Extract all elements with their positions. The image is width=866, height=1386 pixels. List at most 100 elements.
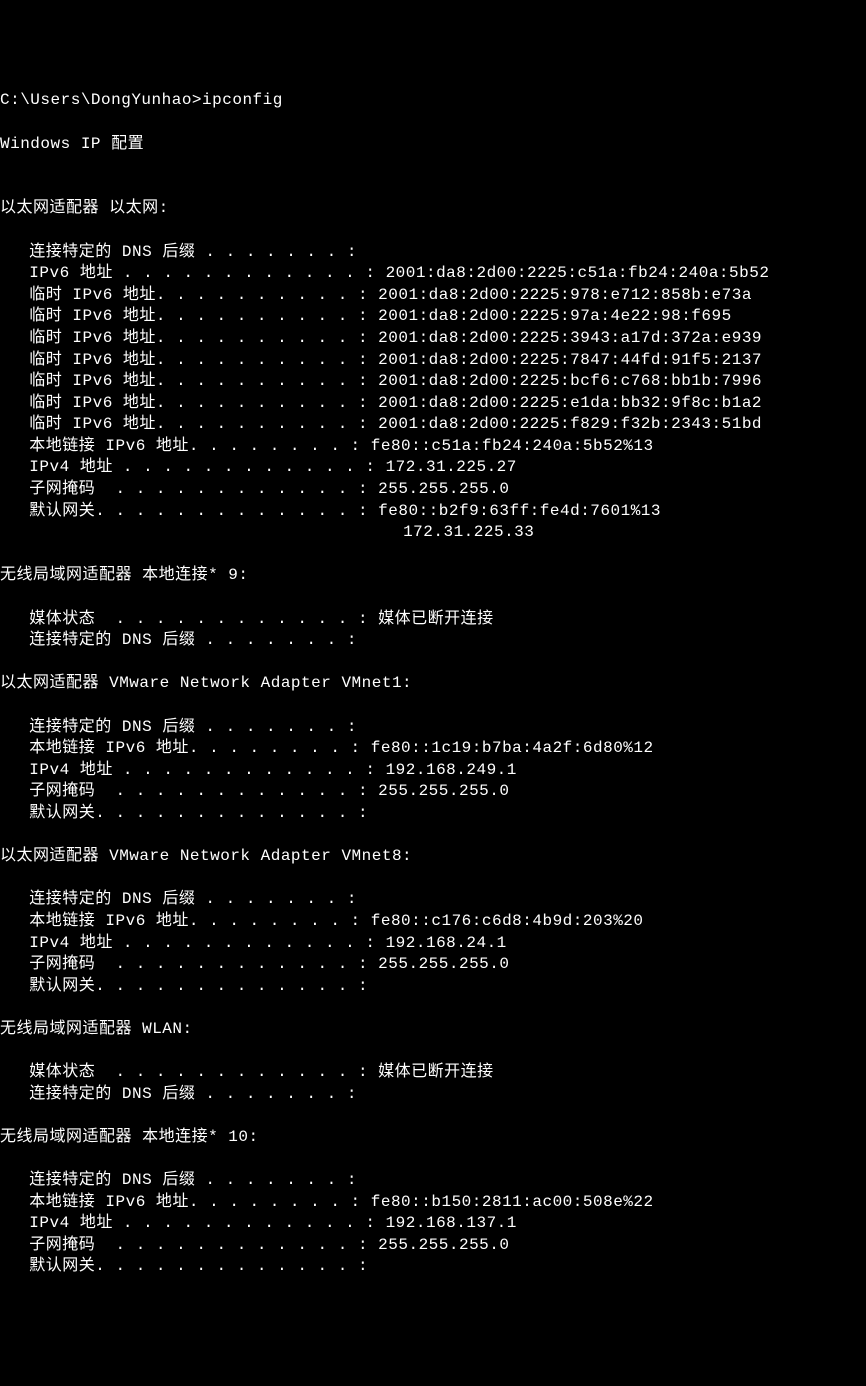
property-label: 媒体状态 . . . . . . . . . . . . : — [19, 1062, 378, 1084]
property-label: 连接特定的 DNS 后缀 . . . . . . . : — [19, 1170, 357, 1192]
property-line: 临时 IPv6 地址. . . . . . . . . . : 2001:da8… — [0, 350, 866, 372]
property-line: 连接特定的 DNS 后缀 . . . . . . . : — [0, 242, 866, 264]
property-label: 临时 IPv6 地址. . . . . . . . . . : — [19, 350, 378, 372]
property-label: 连接特定的 DNS 后缀 . . . . . . . : — [19, 717, 357, 739]
property-value: 媒体已断开连接 — [378, 1063, 494, 1081]
property-label: 连接特定的 DNS 后缀 . . . . . . . : — [19, 630, 357, 652]
property-line: 连接特定的 DNS 后缀 . . . . . . . : — [0, 630, 866, 652]
blank — [0, 1148, 866, 1170]
property-label: 本地链接 IPv6 地址. . . . . . . . : — [19, 738, 371, 760]
property-label: IPv4 地址 . . . . . . . . . . . . : — [19, 760, 385, 782]
property-value: 255.255.255.0 — [378, 955, 509, 973]
property-label: 临时 IPv6 地址. . . . . . . . . . : — [19, 393, 378, 415]
property-label: 连接特定的 DNS 后缀 . . . . . . . : — [19, 242, 357, 264]
blank — [0, 1041, 866, 1063]
property-line: 本地链接 IPv6 地址. . . . . . . . : fe80::c176… — [0, 911, 866, 933]
blank — [0, 220, 866, 242]
property-value: 2001:da8:2d00:2225:97a:4e22:98:f695 — [378, 307, 732, 325]
property-line: 连接特定的 DNS 后缀 . . . . . . . : — [0, 1084, 866, 1106]
property-value: 媒体已断开连接 — [378, 610, 494, 628]
property-label: 媒体状态 . . . . . . . . . . . . : — [19, 609, 378, 631]
terminal-output[interactable]: C:\Users\DongYunhao>ipconfig Windows IP 配… — [0, 90, 866, 1278]
property-label: 默认网关. . . . . . . . . . . . . : — [19, 1256, 368, 1278]
property-value: 2001:da8:2d00:2225:e1da:bb32:9f8c:b1a2 — [378, 394, 762, 412]
property-line: 媒体状态 . . . . . . . . . . . . : 媒体已断开连接 — [0, 609, 866, 631]
property-line: 临时 IPv6 地址. . . . . . . . . . : 2001:da8… — [0, 414, 866, 436]
property-label: 子网掩码 . . . . . . . . . . . . : — [19, 479, 378, 501]
adapter-title: 以太网适配器 以太网: — [0, 198, 866, 220]
property-line: IPv4 地址 . . . . . . . . . . . . : 192.16… — [0, 1213, 866, 1235]
property-value: 255.255.255.0 — [378, 782, 509, 800]
adapter-title: 无线局域网适配器 WLAN: — [0, 1019, 866, 1041]
property-value: 192.168.24.1 — [386, 934, 507, 952]
property-label: 临时 IPv6 地址. . . . . . . . . . : — [19, 371, 378, 393]
property-line: 子网掩码 . . . . . . . . . . . . : 255.255.2… — [0, 1235, 866, 1257]
property-label: 默认网关. . . . . . . . . . . . . : — [19, 976, 368, 998]
property-line: 本地链接 IPv6 地址. . . . . . . . : fe80::b150… — [0, 1192, 866, 1214]
property-line: 连接特定的 DNS 后缀 . . . . . . . : — [0, 717, 866, 739]
adapter-title: 无线局域网适配器 本地连接* 10: — [0, 1127, 866, 1149]
blank — [0, 177, 866, 199]
adapters-list: 以太网适配器 以太网: 连接特定的 DNS 后缀 . . . . . . . :… — [0, 177, 866, 1278]
property-line: 临时 IPv6 地址. . . . . . . . . . : 2001:da8… — [0, 285, 866, 307]
property-value: 172.31.225.27 — [386, 458, 517, 476]
property-label: 临时 IPv6 地址. . . . . . . . . . : — [19, 285, 378, 307]
blank — [0, 825, 866, 847]
property-line: IPv6 地址 . . . . . . . . . . . . : 2001:d… — [0, 263, 866, 285]
property-label: 子网掩码 . . . . . . . . . . . . : — [19, 954, 378, 976]
property-line: 默认网关. . . . . . . . . . . . . : fe80::b2… — [0, 501, 866, 523]
blank — [0, 1105, 866, 1127]
property-value: fe80::b2f9:63ff:fe4d:7601%13 — [378, 502, 661, 520]
blank — [0, 997, 866, 1019]
property-line: 临时 IPv6 地址. . . . . . . . . . : 2001:da8… — [0, 328, 866, 350]
property-value: 2001:da8:2d00:2225:7847:44fd:91f5:2137 — [378, 351, 762, 369]
property-line: 连接特定的 DNS 后缀 . . . . . . . : — [0, 1170, 866, 1192]
property-line: 本地链接 IPv6 地址. . . . . . . . : fe80::c51a… — [0, 436, 866, 458]
blank — [0, 695, 866, 717]
property-value: 2001:da8:2d00:2225:3943:a17d:372a:e939 — [378, 329, 762, 347]
property-extra-value: 172.31.225.33 — [0, 522, 866, 544]
property-value: fe80::c176:c6d8:4b9d:203%20 — [371, 912, 644, 930]
property-value: 172.31.225.33 — [403, 523, 534, 541]
property-label: 默认网关. . . . . . . . . . . . . : — [19, 803, 368, 825]
property-value: 255.255.255.0 — [378, 1236, 509, 1254]
property-line: 媒体状态 . . . . . . . . . . . . : 媒体已断开连接 — [0, 1062, 866, 1084]
padding — [19, 523, 403, 541]
property-label: 本地链接 IPv6 地址. . . . . . . . : — [19, 911, 371, 933]
property-label: 本地链接 IPv6 地址. . . . . . . . : — [19, 1192, 371, 1214]
property-label: IPv4 地址 . . . . . . . . . . . . : — [19, 1213, 385, 1235]
property-value: 192.168.137.1 — [386, 1214, 517, 1232]
adapter-title: 以太网适配器 VMware Network Adapter VMnet1: — [0, 673, 866, 695]
property-value: 2001:da8:2d00:2225:f829:f32b:2343:51bd — [378, 415, 762, 433]
property-label: 子网掩码 . . . . . . . . . . . . : — [19, 1235, 378, 1257]
blank — [0, 652, 866, 674]
property-label: 临时 IPv6 地址. . . . . . . . . . : — [19, 414, 378, 436]
property-value: 255.255.255.0 — [378, 480, 509, 498]
property-line: 子网掩码 . . . . . . . . . . . . : 255.255.2… — [0, 781, 866, 803]
property-value: 2001:da8:2d00:2225:bcf6:c768:bb1b:7996 — [378, 372, 762, 390]
property-label: 连接特定的 DNS 后缀 . . . . . . . : — [19, 1084, 357, 1106]
blank — [0, 868, 866, 890]
property-value: fe80::b150:2811:ac00:508e%22 — [371, 1193, 654, 1211]
property-line: 子网掩码 . . . . . . . . . . . . : 255.255.2… — [0, 954, 866, 976]
adapter-title: 无线局域网适配器 本地连接* 9: — [0, 565, 866, 587]
property-value: fe80::c51a:fb24:240a:5b52%13 — [371, 437, 654, 455]
property-line: 临时 IPv6 地址. . . . . . . . . . : 2001:da8… — [0, 306, 866, 328]
property-label: IPv6 地址 . . . . . . . . . . . . : — [19, 263, 385, 285]
property-line: IPv4 地址 . . . . . . . . . . . . : 172.31… — [0, 457, 866, 479]
property-line: 连接特定的 DNS 后缀 . . . . . . . : — [0, 889, 866, 911]
property-value: 2001:da8:2d00:2225:978:e712:858b:e73a — [378, 286, 752, 304]
property-value: 192.168.249.1 — [386, 761, 517, 779]
property-line: 临时 IPv6 地址. . . . . . . . . . : 2001:da8… — [0, 371, 866, 393]
command-prompt: C:\Users\DongYunhao>ipconfig — [0, 90, 866, 112]
property-line: 默认网关. . . . . . . . . . . . . : — [0, 976, 866, 998]
property-label: 默认网关. . . . . . . . . . . . . : — [19, 501, 378, 523]
blank — [0, 587, 866, 609]
property-line: 临时 IPv6 地址. . . . . . . . . . : 2001:da8… — [0, 393, 866, 415]
property-line: IPv4 地址 . . . . . . . . . . . . : 192.16… — [0, 933, 866, 955]
blank — [0, 544, 866, 566]
property-value: fe80::1c19:b7ba:4a2f:6d80%12 — [371, 739, 654, 757]
property-label: IPv4 地址 . . . . . . . . . . . . : — [19, 457, 385, 479]
property-label: IPv4 地址 . . . . . . . . . . . . : — [19, 933, 385, 955]
ipconfig-header: Windows IP 配置 — [0, 134, 866, 156]
